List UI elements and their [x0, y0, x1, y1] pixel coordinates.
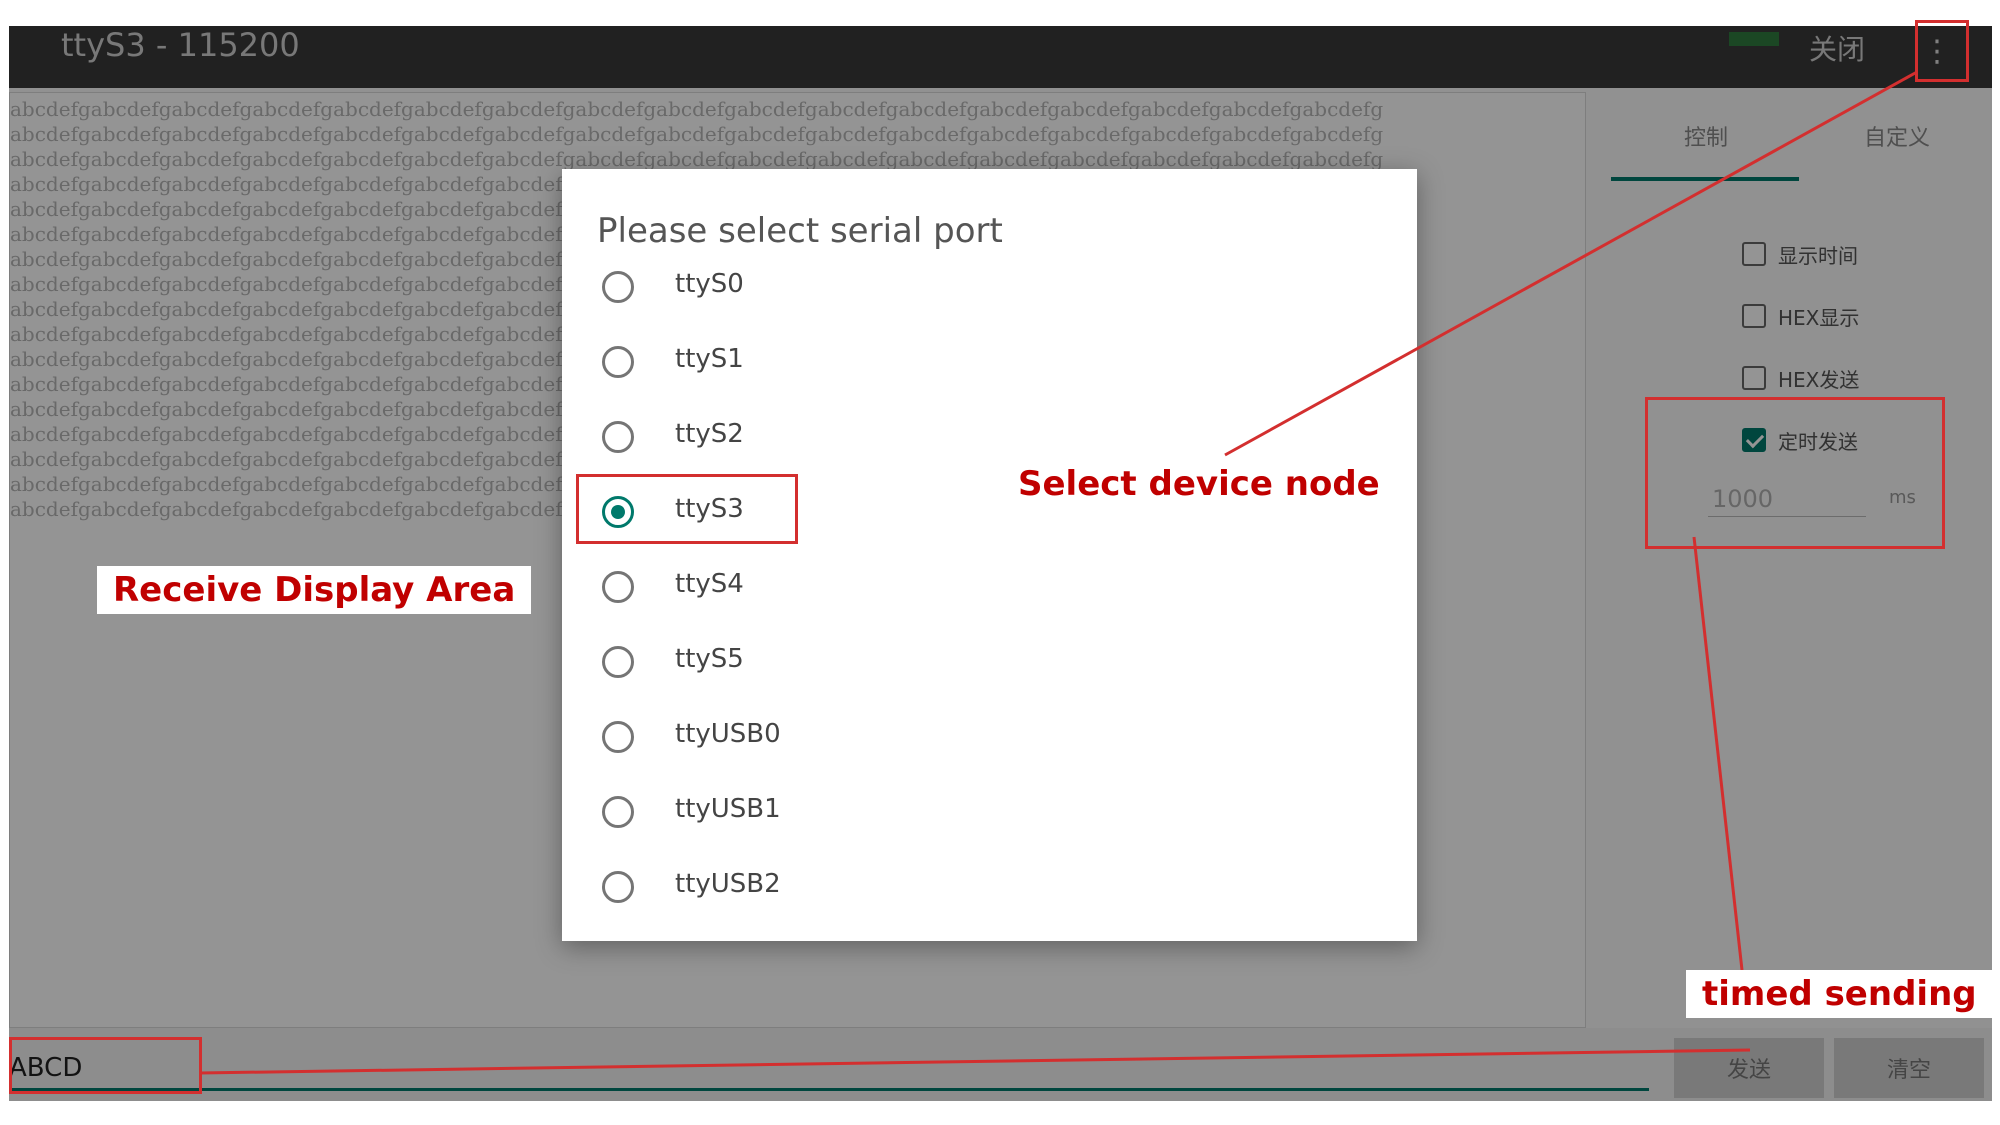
timed-send-highlight-box	[1645, 397, 1945, 549]
send-input-highlight-box	[9, 1037, 202, 1094]
annotation-select-device-node: Select device node	[1018, 464, 1380, 504]
annotation-receive-display-area: Receive Display Area	[97, 566, 532, 614]
annotation-lines	[199, 70, 1918, 1075]
annotation-overlay: Select device node Receive Display Area …	[0, 0, 2000, 1125]
ttyS3-highlight-box	[576, 474, 798, 544]
timed-sending-pointer-line	[1692, 536, 1744, 971]
annotation-timed-sending: timed sending	[1686, 970, 1993, 1018]
menu-highlight-box	[1915, 20, 1969, 82]
send-input-pointer-line	[199, 1048, 1751, 1075]
